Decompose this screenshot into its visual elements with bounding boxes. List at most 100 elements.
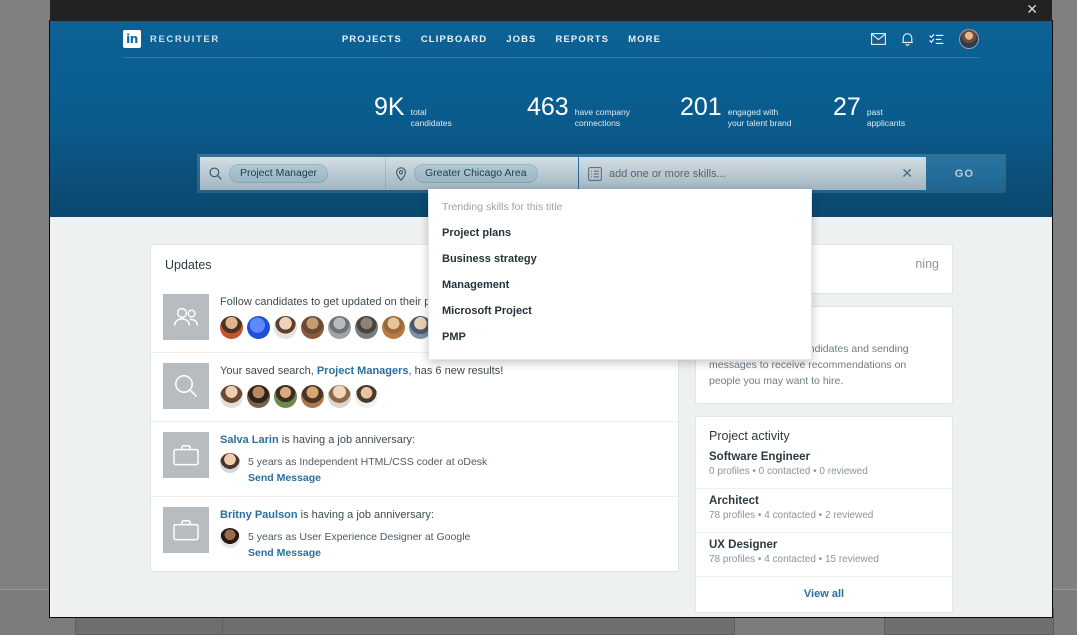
- desktop-window-fragment-1: [75, 615, 225, 635]
- project-activity-item[interactable]: UX Designer 78 profiles • 4 contacted • …: [696, 532, 952, 576]
- anniversary-headline-1: Salva Larin is having a job anniversary:: [220, 432, 664, 448]
- go-button[interactable]: GO: [926, 157, 1003, 190]
- stat-value: 9K: [374, 93, 405, 121]
- saved-search-link[interactable]: Project Managers: [317, 365, 409, 377]
- project-activity-item[interactable]: Software Engineer 0 profiles • 0 contact…: [696, 451, 952, 488]
- update-saved-search-body: Your saved search, Project Managers, has…: [220, 353, 664, 421]
- avatar[interactable]: [328, 316, 351, 339]
- avatar[interactable]: [355, 385, 378, 408]
- avatar[interactable]: [220, 528, 240, 548]
- send-message-button[interactable]: Send Message: [248, 547, 470, 559]
- location-field[interactable]: Greater Chicago Area: [386, 157, 579, 190]
- location-pin-icon: [395, 166, 407, 181]
- avatar[interactable]: [382, 316, 405, 339]
- project-meta: 0 profiles • 0 contacted • 0 reviewed: [709, 466, 868, 477]
- stat-total-candidates: 9K total candidates: [116, 95, 527, 128]
- nav-item-projects[interactable]: PROJECTS: [342, 34, 402, 45]
- linkedin-icon: in: [123, 30, 141, 48]
- stat-company-connections: 463 have company connections: [527, 95, 680, 128]
- keywords-field[interactable]: Project Manager: [200, 157, 386, 190]
- stat-value: 201: [680, 93, 722, 121]
- anniversary-body-2: Britny Paulson is having a job anniversa…: [220, 497, 664, 571]
- people-icon: [163, 294, 209, 340]
- dropdown-item-management[interactable]: Management: [429, 272, 811, 298]
- saved-search-suffix: , has 6 new results!: [408, 365, 504, 377]
- overlay-topbar: ✕: [50, 0, 1052, 21]
- project-activity-title: Project activity: [709, 429, 790, 443]
- clear-icon[interactable]: ✕: [897, 166, 917, 182]
- focus-outline: [578, 156, 927, 191]
- avatar[interactable]: [247, 316, 270, 339]
- nav-item-more[interactable]: MORE: [628, 34, 661, 45]
- anniversary-detail-text-group: 5 years as User Experience Designer at G…: [248, 527, 470, 559]
- messages-icon[interactable]: [871, 33, 886, 45]
- search-icon: [209, 167, 222, 180]
- avatar[interactable]: [220, 385, 243, 408]
- keyword-tag[interactable]: Project Manager: [229, 164, 329, 183]
- avatar[interactable]: [247, 385, 270, 408]
- stat-engaged-talent-brand: 201 engaged with your talent brand: [680, 95, 833, 128]
- nav-links: PROJECTS CLIPBOARD JOBS REPORTS MORE: [342, 34, 661, 45]
- candidate-name[interactable]: Britny Paulson: [220, 509, 298, 521]
- dropdown-item-project-plans[interactable]: Project plans: [429, 220, 811, 246]
- site-header: in RECRUITER PROJECTS CLIPBOARD JOBS REP…: [50, 21, 1052, 217]
- dropdown-heading: Trending skills for this title: [442, 201, 563, 213]
- skills-input[interactable]: [609, 167, 891, 180]
- stats-bar: 9K total candidates 463 have company con…: [50, 95, 1052, 128]
- update-anniversary-row: Britny Paulson is having a job anniversa…: [151, 496, 678, 571]
- saved-search-avatar-row: [220, 385, 664, 408]
- avatar[interactable]: [301, 385, 324, 408]
- avatar[interactable]: [220, 453, 240, 473]
- desktop-window-fragment-2: [222, 615, 735, 635]
- dropdown-item-business-strategy[interactable]: Business strategy: [429, 246, 811, 272]
- brand-logo[interactable]: in RECRUITER: [123, 30, 220, 48]
- project-meta: 78 profiles • 4 contacted • 2 reviewed: [709, 510, 874, 521]
- project-activity-card: Project activity Software Engineer 0 pro…: [695, 416, 953, 613]
- avatar[interactable]: [220, 316, 243, 339]
- project-name: Software Engineer: [709, 451, 810, 463]
- nav-item-reports[interactable]: REPORTS: [556, 34, 610, 45]
- project-meta: 78 profiles • 4 contacted • 15 reviewed: [709, 554, 879, 565]
- avatar[interactable]: [301, 316, 324, 339]
- project-name: Architect: [709, 495, 759, 507]
- stat-value: 463: [527, 93, 569, 121]
- avatar[interactable]: [274, 385, 297, 408]
- close-icon[interactable]: ✕: [1026, 2, 1038, 18]
- stat-label: engaged with your talent brand: [727, 107, 792, 128]
- brand-name: RECRUITER: [150, 33, 220, 45]
- stat-label: have company connections: [574, 107, 631, 128]
- nav-icon-group: [871, 29, 979, 49]
- tasks-icon[interactable]: [929, 33, 944, 46]
- nav-item-jobs[interactable]: JOBS: [506, 34, 536, 45]
- avatar[interactable]: [355, 316, 378, 339]
- stat-label: total candidates: [410, 107, 452, 128]
- project-activity-item[interactable]: Architect 78 profiles • 4 contacted • 2 …: [696, 488, 952, 532]
- avatar[interactable]: [959, 29, 979, 49]
- location-tag[interactable]: Greater Chicago Area: [414, 164, 538, 183]
- search-bar: Project Manager Greater Chicago Area ✕ G…: [200, 156, 1003, 191]
- anniversary-detail-2: 5 years as User Experience Designer at G…: [220, 527, 664, 559]
- stat-value: 27: [833, 93, 861, 121]
- view-all-button[interactable]: View all: [696, 576, 952, 612]
- send-message-button[interactable]: Send Message: [248, 472, 487, 484]
- anniversary-detail-text-group: 5 years as Independent HTML/CSS coder at…: [248, 452, 487, 484]
- trending-skills-dropdown: Trending skills for this title Project p…: [428, 189, 812, 360]
- dropdown-item-microsoft-project[interactable]: Microsoft Project: [429, 298, 811, 324]
- update-saved-search-text: Your saved search, Project Managers, has…: [220, 363, 664, 379]
- nav-item-clipboard[interactable]: CLIPBOARD: [421, 34, 487, 45]
- briefcase-icon: [163, 432, 209, 478]
- skills-field[interactable]: ✕: [578, 156, 927, 191]
- candidate-name[interactable]: Salva Larin: [220, 434, 279, 446]
- avatar[interactable]: [328, 385, 351, 408]
- project-name: UX Designer: [709, 539, 778, 551]
- update-saved-search-row: Your saved search, Project Managers, has…: [151, 352, 678, 421]
- browser-window: in RECRUITER PROJECTS CLIPBOARD JOBS REP…: [50, 21, 1052, 617]
- stat-label: past applicants: [866, 107, 906, 128]
- anniversary-detail-text: 5 years as Independent HTML/CSS coder at…: [248, 456, 488, 468]
- notifications-icon[interactable]: [901, 32, 914, 46]
- dropdown-item-pmp[interactable]: PMP: [429, 324, 811, 350]
- anniversary-detail-1: 5 years as Independent HTML/CSS coder at…: [220, 452, 664, 484]
- anniversary-detail-text: 5 years as User Experience Designer at G…: [248, 531, 471, 543]
- avatar[interactable]: [274, 316, 297, 339]
- anniversary-suffix: is having a job anniversary:: [297, 509, 434, 521]
